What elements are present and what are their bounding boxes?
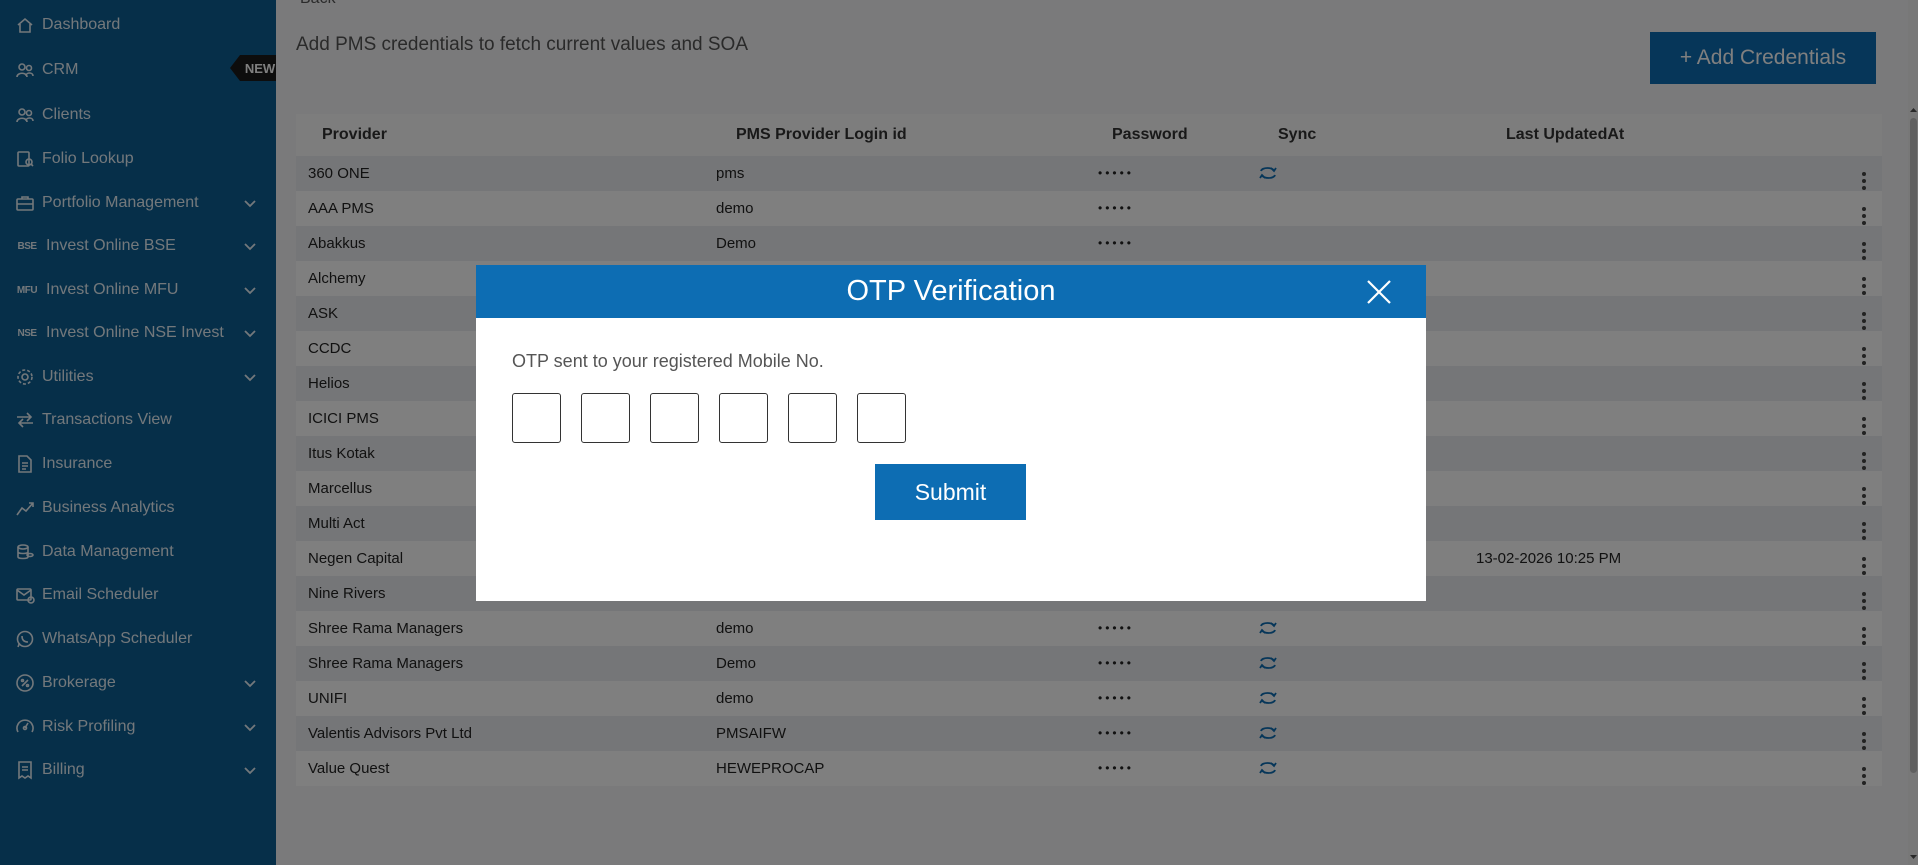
otp-modal: OTP Verification OTP sent to your regist…	[476, 265, 1426, 601]
otp-digit-input[interactable]	[719, 393, 768, 443]
otp-input-group	[512, 393, 906, 443]
close-icon[interactable]	[1364, 277, 1394, 307]
otp-digit-input[interactable]	[581, 393, 630, 443]
modal-title: OTP Verification	[846, 275, 1056, 307]
submit-button[interactable]: Submit	[875, 464, 1026, 520]
otp-digit-input[interactable]	[512, 393, 561, 443]
otp-digit-input[interactable]	[857, 393, 906, 443]
otp-message: OTP sent to your registered Mobile No.	[512, 351, 824, 371]
modal-header: OTP Verification	[476, 265, 1426, 318]
otp-digit-input[interactable]	[650, 393, 699, 443]
otp-digit-input[interactable]	[788, 393, 837, 443]
